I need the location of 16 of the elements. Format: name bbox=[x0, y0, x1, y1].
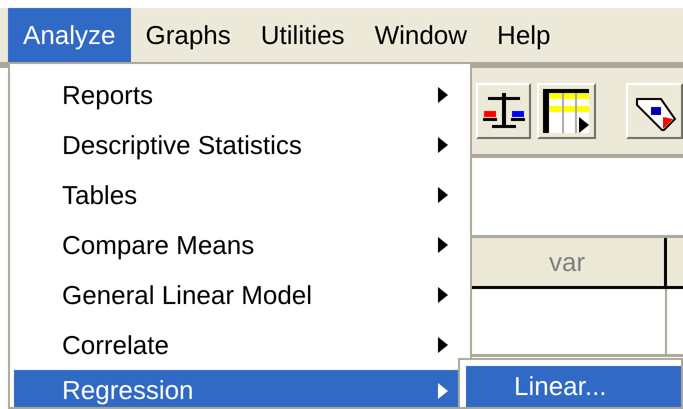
menu-bar-item[interactable]: Utilities bbox=[246, 8, 360, 62]
menu-item[interactable]: Tables bbox=[14, 170, 466, 220]
menu-item[interactable]: Correlate bbox=[14, 320, 466, 370]
menu-item[interactable]: Linear... bbox=[466, 366, 681, 407]
menu-item[interactable]: Reports bbox=[14, 70, 466, 120]
menu-bar-item[interactable]: Help bbox=[482, 8, 566, 62]
tag-icon[interactable] bbox=[626, 83, 683, 139]
menu-bar-item[interactable]: Graphs bbox=[130, 8, 246, 62]
table-header-cell[interactable] bbox=[667, 238, 683, 289]
menu-item[interactable]: Compare Means bbox=[14, 220, 466, 270]
menu-bar-item[interactable]: Window bbox=[360, 8, 482, 62]
spreadsheet-icon[interactable] bbox=[537, 83, 596, 139]
balance-scale-icon[interactable] bbox=[476, 83, 532, 139]
menu-item[interactable]: Descriptive Statistics bbox=[14, 120, 466, 170]
menu-bar-item[interactable]: Analyze bbox=[8, 8, 130, 62]
menu-item[interactable]: General Linear Model bbox=[14, 270, 466, 320]
